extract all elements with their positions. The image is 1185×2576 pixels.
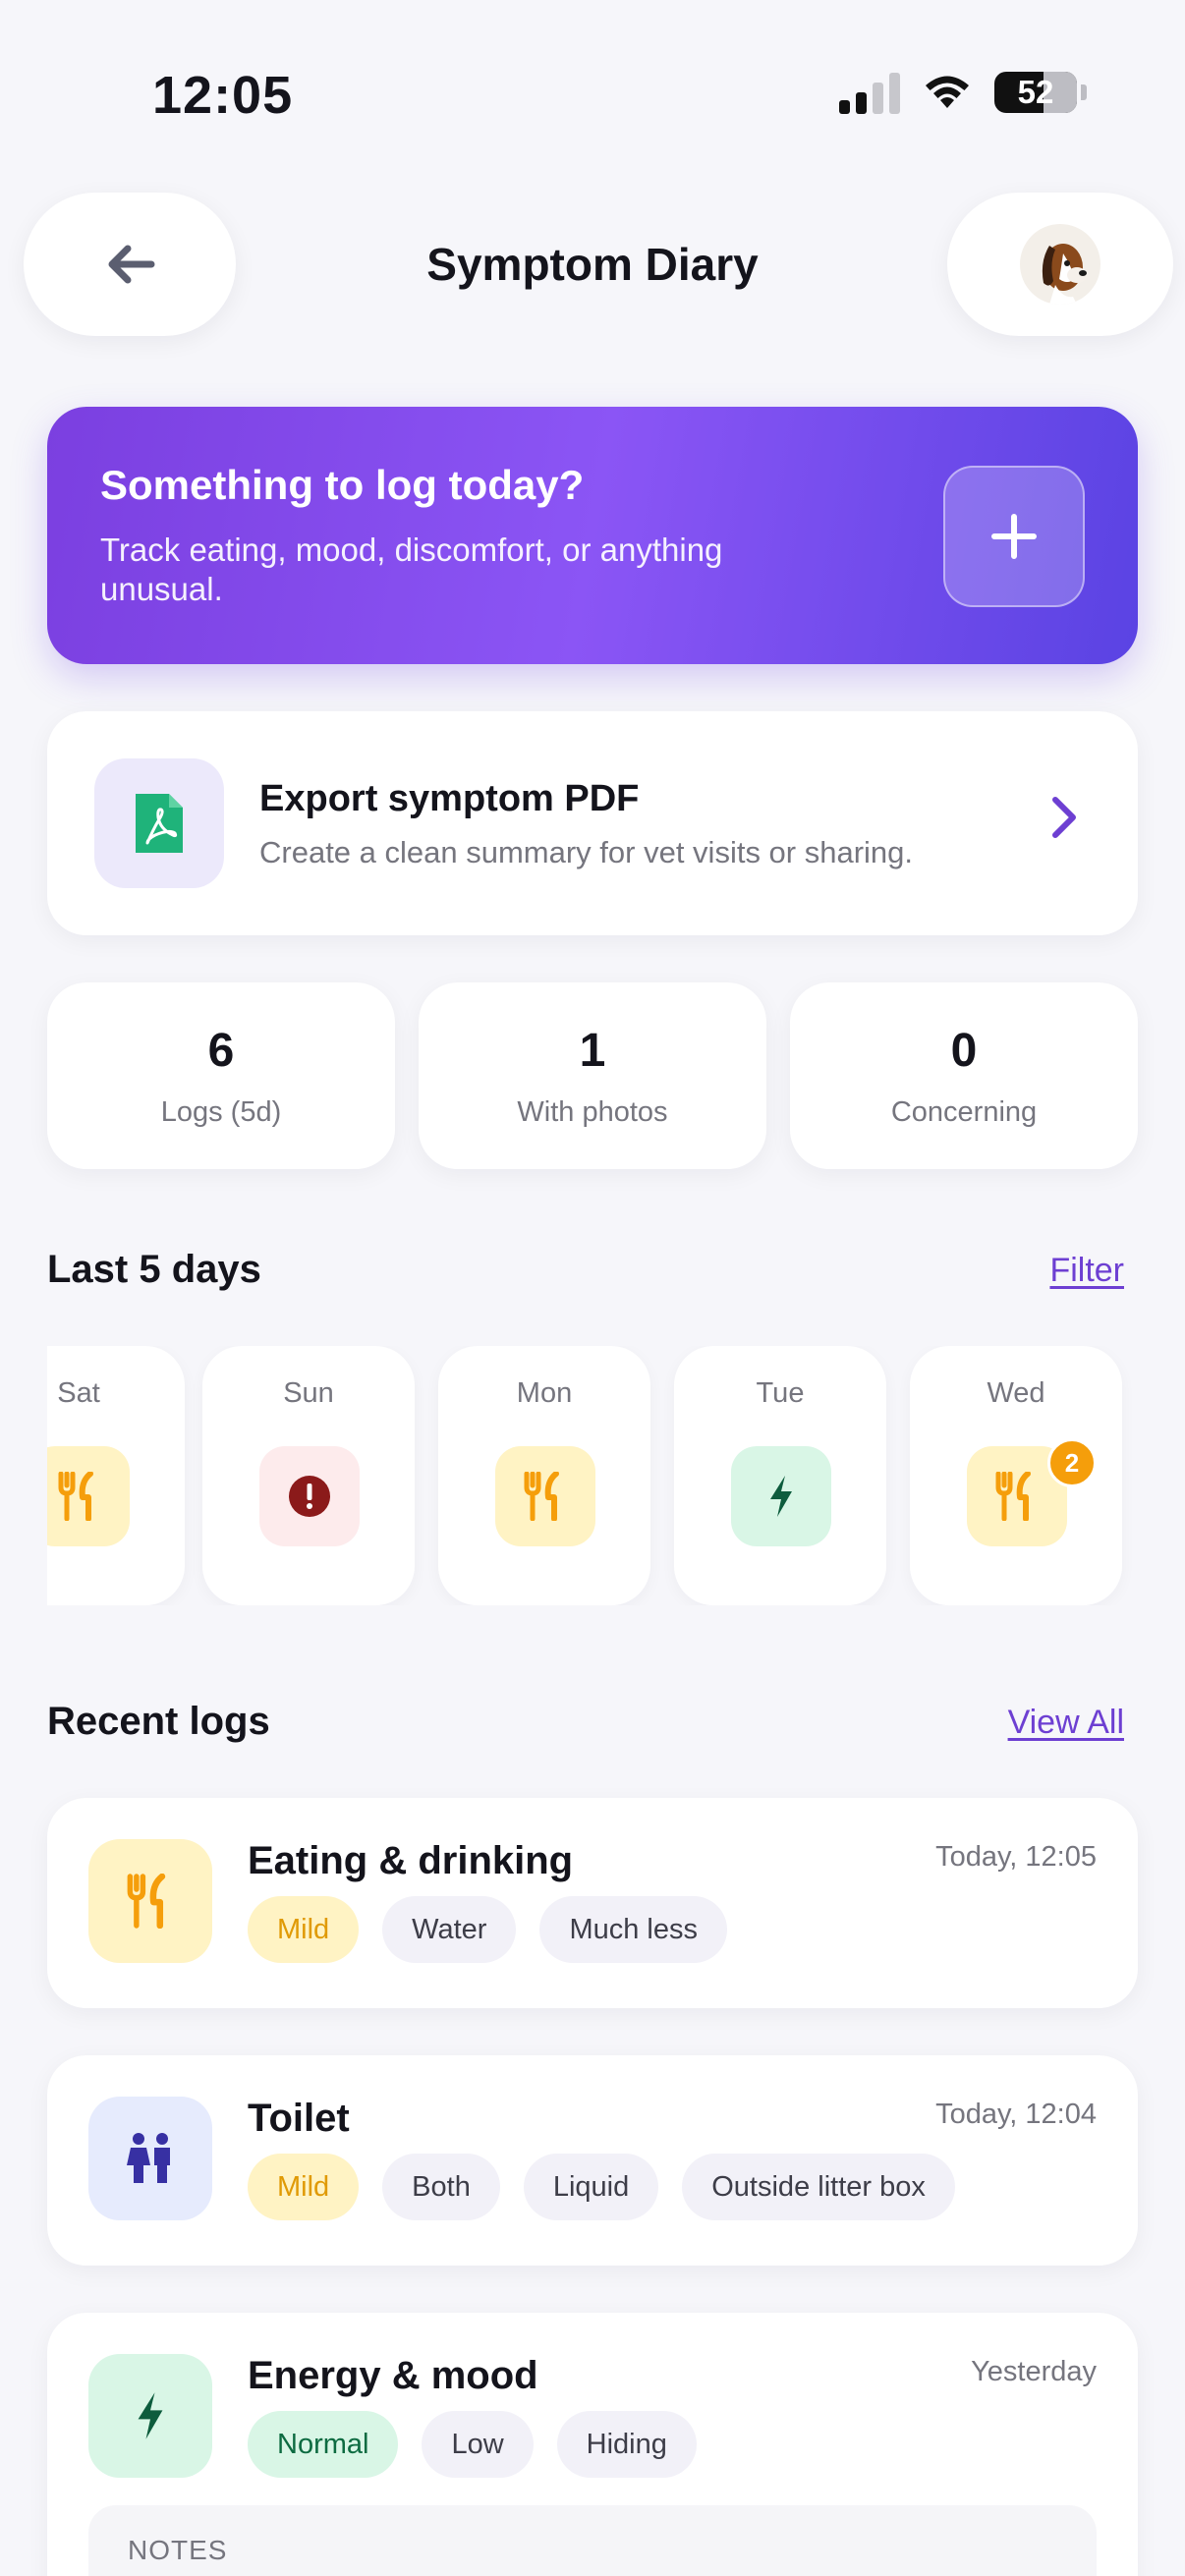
section-title-last-days: Last 5 days <box>47 1248 261 1291</box>
count-badge: 2 <box>1047 1438 1097 1487</box>
log-card-toilet[interactable]: Toilet Today, 12:04 Mild Both Liquid Out… <box>47 2055 1138 2266</box>
log-time: Today, 12:04 <box>935 2099 1097 2130</box>
export-pdf-card[interactable]: Export symptom PDF Create a clean summar… <box>47 711 1138 935</box>
lightning-icon <box>731 1446 831 1546</box>
status-time: 12:05 <box>152 66 294 125</box>
plus-icon <box>991 514 1037 559</box>
stat-value: 1 <box>579 1025 606 1077</box>
day-card-mon[interactable]: Mon <box>438 1346 650 1605</box>
restroom-icon <box>88 2097 212 2220</box>
tag-chip: Low <box>422 2411 534 2478</box>
export-title: Export symptom PDF <box>259 778 640 819</box>
log-tags: Normal Low Hiding <box>248 2411 697 2478</box>
banner-subtitle: Track eating, mood, discomfort, or anyth… <box>100 532 723 607</box>
beagle-avatar-image <box>1020 224 1100 305</box>
pdf-file-icon <box>94 758 224 888</box>
fork-knife-icon <box>47 1446 130 1546</box>
filter-link[interactable]: Filter <box>1049 1252 1124 1290</box>
day-label: Sat <box>57 1377 100 1409</box>
stat-card-logs: 6 Logs (5d) <box>47 982 395 1169</box>
battery-tip <box>1081 84 1087 100</box>
log-title: Toilet <box>248 2097 350 2140</box>
severity-chip: Mild <box>248 1896 360 1963</box>
battery-icon: 52 <box>994 72 1077 113</box>
severity-chip: Mild <box>248 2154 360 2220</box>
pet-avatar-button[interactable] <box>947 193 1173 336</box>
tag-chip: Outside litter box <box>682 2154 955 2220</box>
log-card-energy-mood[interactable]: Energy & mood Yesterday Normal Low Hidin… <box>47 2313 1138 2576</box>
log-tags: Mild Both Liquid Outside litter box <box>248 2154 955 2220</box>
battery-level: 52 <box>1017 74 1054 110</box>
day-label: Sun <box>283 1377 334 1409</box>
stat-value: 0 <box>950 1025 978 1077</box>
export-subtitle: Create a clean summary for vet visits or… <box>259 835 914 869</box>
chevron-right-icon <box>1052 797 1076 838</box>
day-label: Mon <box>516 1377 573 1409</box>
tag-chip: Hiding <box>556 2411 697 2478</box>
log-card-eating[interactable]: Eating & drinking Today, 12:05 Mild Wate… <box>47 1798 1138 2008</box>
log-title: Eating & drinking <box>248 1839 574 1882</box>
log-time: Yesterday <box>971 2356 1097 2387</box>
lightning-icon <box>88 2354 212 2478</box>
notes-box: NOTES <box>88 2505 1097 2576</box>
tag-chip: Much less <box>539 1896 727 1963</box>
add-log-button[interactable] <box>943 466 1085 607</box>
log-title: Energy & mood <box>248 2354 538 2397</box>
wifi-icon <box>926 76 969 108</box>
banner-title: Something to log today? <box>100 462 585 508</box>
fork-knife-icon <box>495 1446 595 1546</box>
day-card-sat[interactable]: Sat <box>47 1346 185 1605</box>
fork-knife-icon <box>88 1839 212 1963</box>
tag-chip: Both <box>382 2154 500 2220</box>
stat-card-photos: 1 With photos <box>419 982 766 1169</box>
day-card-wed[interactable]: Wed 2 <box>910 1346 1122 1605</box>
status-icons: 52 <box>839 71 1087 114</box>
stat-label: Concerning <box>890 1096 1038 1128</box>
stat-label: With photos <box>517 1096 668 1128</box>
days-carousel[interactable]: Sat Sun Mon Tue Wed 2 <box>47 1346 1138 1605</box>
day-card-tue[interactable]: Tue <box>674 1346 886 1605</box>
view-all-link[interactable]: View All <box>1008 1704 1124 1742</box>
status-bar: 12:05 52 <box>0 0 1185 187</box>
notes-label: NOTES <box>128 2535 228 2565</box>
cellular-signal-icon <box>839 71 900 114</box>
nav-header: Symptom Diary <box>0 193 1185 338</box>
day-label: Tue <box>756 1377 805 1409</box>
log-prompt-banner: Something to log today? Track eating, mo… <box>47 407 1138 664</box>
stat-label: Logs (5d) <box>160 1096 282 1128</box>
stat-value: 6 <box>207 1025 235 1077</box>
tag-chip: Water <box>382 1896 517 1963</box>
section-title-recent-logs: Recent logs <box>47 1700 270 1743</box>
tag-chip: Liquid <box>523 2154 659 2220</box>
day-label: Wed <box>987 1377 1045 1409</box>
day-card-sun[interactable]: Sun <box>202 1346 415 1605</box>
pet-avatar <box>1020 224 1100 305</box>
log-tags: Mild Water Much less <box>248 1896 727 1963</box>
stat-card-concerning: 0 Concerning <box>790 982 1138 1169</box>
severity-chip: Normal <box>248 2411 399 2478</box>
alert-circle-icon <box>259 1446 360 1546</box>
log-time: Today, 12:05 <box>935 1841 1097 1873</box>
